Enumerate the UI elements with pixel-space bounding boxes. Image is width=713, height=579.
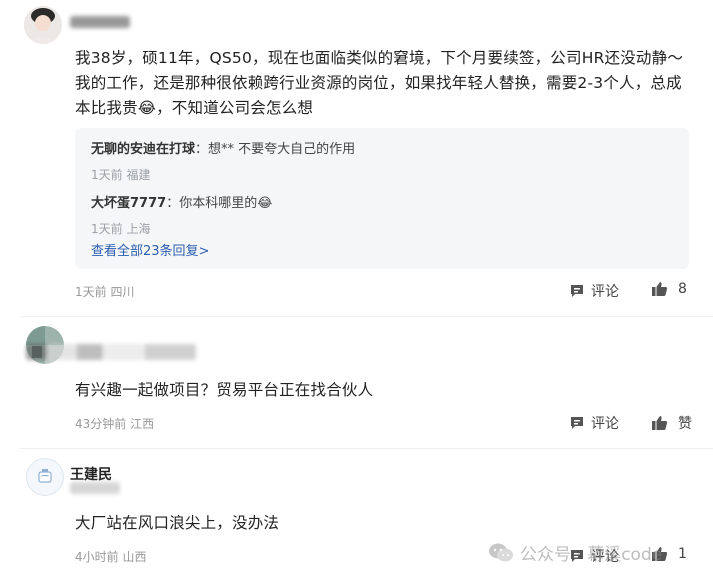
- thumbs-up-icon: [652, 416, 668, 430]
- divider: [20, 316, 713, 317]
- reply-text: 想** 不要夸大自己的作用: [208, 142, 356, 157]
- comment-meta: 1天前 四川: [75, 285, 135, 299]
- comment-meta: 4小时前 山西: [75, 550, 147, 564]
- avatar[interactable]: [26, 458, 64, 496]
- reply-meta: 1天前 福建: [91, 168, 151, 182]
- watermark: 公众号 · 幕溪code: [488, 540, 662, 565]
- like-button[interactable]: 8: [651, 281, 687, 297]
- reply-author[interactable]: 无聊的安迪在打球: [91, 142, 195, 157]
- comment-text: 有兴趣一起做项目？贸易平台正在找合伙人: [75, 381, 374, 399]
- reply-author[interactable]: 大坏蛋7777: [91, 196, 166, 211]
- comment-button[interactable]: 评论: [569, 281, 619, 301]
- reply-box: 无聊的安迪在打球：想** 不要夸大自己的作用 1天前 福建 大坏蛋7777：你本…: [75, 128, 689, 269]
- comment-button[interactable]: 评论: [569, 413, 619, 433]
- like-count: 1: [678, 546, 687, 562]
- divider: [20, 448, 713, 449]
- thumbs-up-icon: [652, 282, 668, 296]
- comment-icon: [571, 417, 583, 429]
- reply-text: 你本科哪里的😂: [179, 196, 273, 211]
- reply-meta: 1天前 上海: [91, 222, 151, 236]
- wechat-icon: [489, 543, 513, 561]
- comment-icon: [571, 285, 583, 297]
- comment-label: 评论: [591, 416, 619, 432]
- watermark-text: 公众号 · 幕溪code: [520, 545, 663, 565]
- comment-label: 评论: [591, 284, 619, 300]
- like-count: 8: [678, 281, 687, 297]
- reply-item: 无聊的安迪在打球：想** 不要夸大自己的作用: [91, 142, 356, 157]
- reply-item: 大坏蛋7777：你本科哪里的😂: [91, 196, 273, 211]
- like-button[interactable]: 赞: [651, 413, 692, 433]
- username-blurred: [26, 344, 196, 360]
- username-blurred: [70, 16, 130, 28]
- avatar[interactable]: [24, 6, 62, 44]
- comment-text: 大厂站在风口浪尖上，没办法: [75, 514, 280, 532]
- username[interactable]: 王建民: [70, 464, 112, 484]
- comment-text: 我38岁，硕11年，QS50，现在也面临类似的窘境，下个月要续签，公司HR还没动…: [75, 49, 684, 117]
- user-tag-blurred: [70, 482, 120, 494]
- like-label: 赞: [678, 416, 692, 432]
- comment-meta: 43分钟前 江西: [75, 417, 155, 431]
- view-all-replies-link[interactable]: 查看全部23条回复>: [91, 240, 209, 259]
